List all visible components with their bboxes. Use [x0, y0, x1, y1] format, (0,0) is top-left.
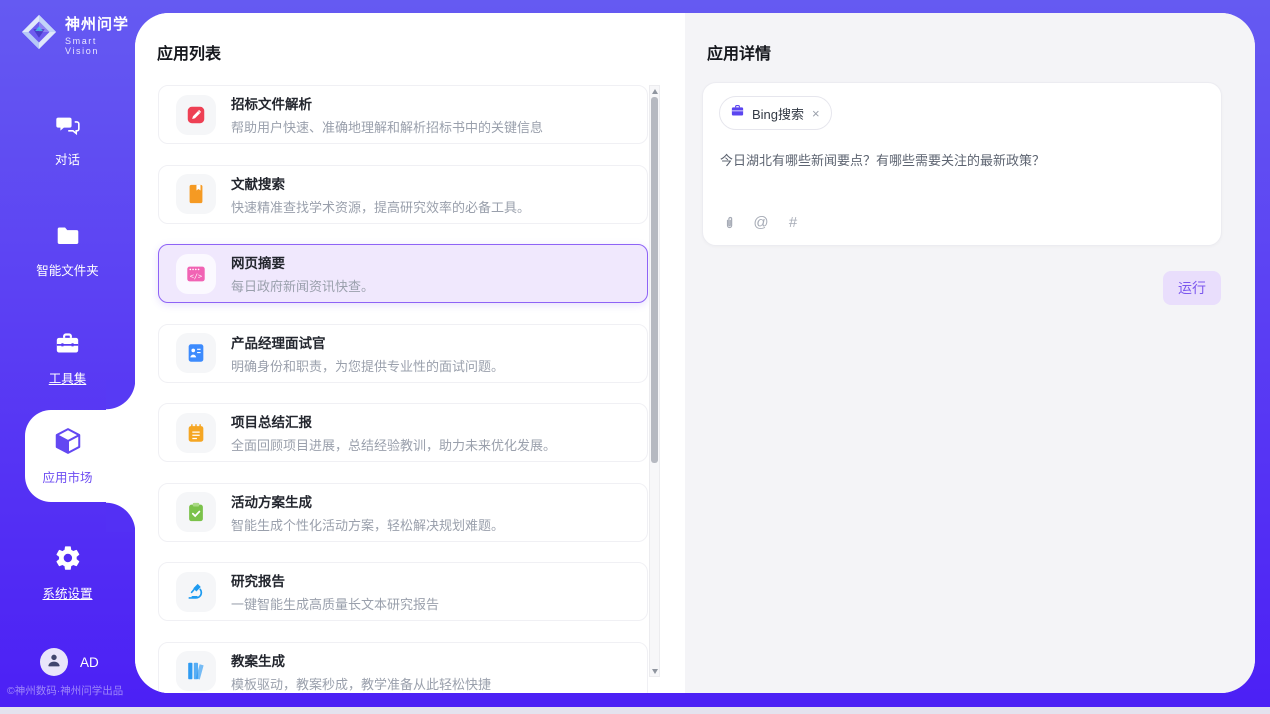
sidebar-item-label: 对话	[55, 149, 80, 168]
brand-tagline: Smart Vision	[65, 36, 135, 56]
app-list-item[interactable]: 研究报告一键智能生成高质量长文本研究报告	[158, 562, 648, 621]
app-item-desc: 全面回顾项目进展，总结经验教训，助力未来优化发展。	[231, 435, 556, 454]
sidebar-item-label: 智能文件夹	[36, 260, 99, 279]
app-item-texts: 文献搜索快速精准查找学术资源，提高研究效率的必备工具。	[231, 173, 530, 216]
prompt-card: Bing搜索 × 今日湖北有哪些新闻要点？有哪些需要关注的最新政策？ @#	[702, 82, 1222, 246]
app-item-title: 教案生成	[231, 650, 491, 670]
brand-logo: 神州问学 Smart Vision	[20, 13, 135, 56]
app-list-item[interactable]: 文献搜索快速精准查找学术资源，提高研究效率的必备工具。	[158, 165, 648, 224]
app-item-texts: 招标文件解析帮助用户快速、准确地理解和解析招标书中的关键信息	[231, 93, 543, 136]
close-icon[interactable]: ×	[811, 106, 821, 121]
avatar[interactable]	[40, 648, 68, 676]
app-item-desc: 快速精准查找学术资源，提高研究效率的必备工具。	[231, 197, 530, 216]
brand-name: 神州问学	[65, 13, 135, 34]
gear-icon	[54, 544, 82, 577]
sidebar-item-label: 系统设置	[42, 583, 92, 602]
run-button[interactable]: 运行	[1163, 271, 1221, 305]
cube-icon	[53, 426, 83, 461]
app-root: 神州问学 Smart Vision 对话 智能文件夹 工具集 系统设置 AD	[0, 0, 1270, 707]
at-icon[interactable]: @	[752, 213, 770, 231]
folder-icon	[55, 223, 81, 254]
app-item-title: 产品经理面试官	[231, 332, 504, 352]
app-item-texts: 教案生成模板驱动，教案秒成，教学准备从此轻松快捷	[231, 650, 491, 693]
scrollbar[interactable]	[649, 85, 660, 677]
app-list-item[interactable]: 招标文件解析帮助用户快速、准确地理解和解析招标书中的关键信息	[158, 85, 648, 144]
user-row[interactable]: AD	[40, 648, 99, 676]
app-item-texts: 项目总结汇报全面回顾项目进展，总结经验教训，助力未来优化发展。	[231, 411, 556, 454]
interview-icon	[176, 333, 216, 373]
notch-fillet-bottom	[106, 502, 136, 532]
app-item-texts: 活动方案生成智能生成个性化活动方案，轻松解决规划难题。	[231, 491, 504, 534]
app-item-desc: 每日政府新闻资讯快查。	[231, 276, 374, 295]
doc-edit-icon	[176, 95, 216, 135]
scroll-down-icon[interactable]	[650, 666, 659, 676]
copyright-footer: ©神州数码·神州问学出品	[7, 683, 135, 698]
app-item-texts: 网页摘要每日政府新闻资讯快查。	[231, 252, 374, 295]
tool-tag-label: Bing搜索	[752, 104, 804, 123]
sidebar-item-settings[interactable]: 系统设置	[0, 544, 135, 602]
books-icon	[176, 651, 216, 691]
app-item-desc: 智能生成个性化活动方案，轻松解决规划难题。	[231, 515, 504, 534]
sidebar: 神州问学 Smart Vision 对话 智能文件夹 工具集 系统设置 AD	[0, 0, 135, 707]
sidebar-item-label: 应用市场	[42, 467, 92, 486]
brand-text: 神州问学 Smart Vision	[65, 13, 135, 56]
sidebar-item-toolset[interactable]: 工具集	[0, 330, 135, 387]
paperclip-icon[interactable]	[720, 213, 738, 231]
toolbox-icon	[54, 330, 81, 362]
sidebar-item-label: 工具集	[49, 368, 87, 387]
app-item-desc: 一键智能生成高质量长文本研究报告	[231, 594, 439, 613]
app-item-title: 文献搜索	[231, 173, 530, 193]
app-list-item[interactable]: </> 网页摘要每日政府新闻资讯快查。	[158, 244, 648, 303]
notepad-icon	[176, 413, 216, 453]
app-list-item[interactable]: 活动方案生成智能生成个性化活动方案，轻松解决规划难题。	[158, 483, 648, 542]
hash-icon[interactable]: #	[784, 213, 802, 231]
tool-tag-bing-search[interactable]: Bing搜索 ×	[719, 96, 832, 130]
sidebar-item-smart-folder[interactable]: 智能文件夹	[0, 223, 135, 279]
clipboard-check-icon	[176, 492, 216, 532]
user-name: AD	[80, 655, 99, 670]
app-item-title: 项目总结汇报	[231, 411, 556, 431]
svg-text:</>: </>	[190, 272, 202, 280]
app-list-item[interactable]: 产品经理面试官明确身份和职责，为您提供专业性的面试问题。	[158, 324, 648, 383]
sidebar-item-app-market[interactable]: 应用市场	[0, 426, 135, 486]
app-item-title: 网页摘要	[231, 252, 374, 272]
app-item-desc: 模板驱动，教案秒成，教学准备从此轻松快捷	[231, 674, 491, 693]
app-item-texts: 研究报告一键智能生成高质量长文本研究报告	[231, 570, 439, 613]
main-content: 应用列表 招标文件解析帮助用户快速、准确地理解和解析招标书中的关键信息 文献搜索…	[135, 13, 1255, 693]
chat-icon	[55, 112, 81, 143]
app-item-texts: 产品经理面试官明确身份和职责，为您提供专业性的面试问题。	[231, 332, 504, 375]
app-detail-panel: 应用详情 Bing搜索 × 今日湖北有哪些新闻要点？有哪些需要关注的最新政策？ …	[685, 13, 1255, 693]
app-item-desc: 明确身份和职责，为您提供专业性的面试问题。	[231, 356, 504, 375]
attach-toolbar: @#	[720, 213, 802, 231]
sidebar-item-chat[interactable]: 对话	[0, 112, 135, 168]
scroll-up-icon[interactable]	[650, 86, 659, 96]
scrollbar-thumb[interactable]	[651, 97, 658, 463]
app-list-item[interactable]: 项目总结汇报全面回顾项目进展，总结经验教训，助力未来优化发展。	[158, 403, 648, 462]
browser-code-icon: </>	[176, 254, 216, 294]
book-icon	[176, 174, 216, 214]
app-detail-title: 应用详情	[707, 40, 771, 64]
app-item-title: 招标文件解析	[231, 93, 543, 113]
diamond-logo-icon	[20, 13, 58, 56]
briefcase-icon	[730, 103, 745, 123]
app-list-item[interactable]: 教案生成模板驱动，教案秒成，教学准备从此轻松快捷	[158, 642, 648, 694]
microscope-icon	[176, 572, 216, 612]
app-item-title: 活动方案生成	[231, 491, 504, 511]
notch-fillet-top	[106, 380, 136, 410]
app-list-title: 应用列表	[157, 40, 221, 64]
person-icon	[45, 651, 63, 674]
app-item-title: 研究报告	[231, 570, 439, 590]
app-list-panel: 应用列表 招标文件解析帮助用户快速、准确地理解和解析招标书中的关键信息 文献搜索…	[135, 13, 685, 693]
prompt-text[interactable]: 今日湖北有哪些新闻要点？有哪些需要关注的最新政策？	[720, 151, 1200, 171]
app-item-desc: 帮助用户快速、准确地理解和解析招标书中的关键信息	[231, 117, 543, 136]
app-list: 招标文件解析帮助用户快速、准确地理解和解析招标书中的关键信息 文献搜索快速精准查…	[158, 85, 648, 693]
